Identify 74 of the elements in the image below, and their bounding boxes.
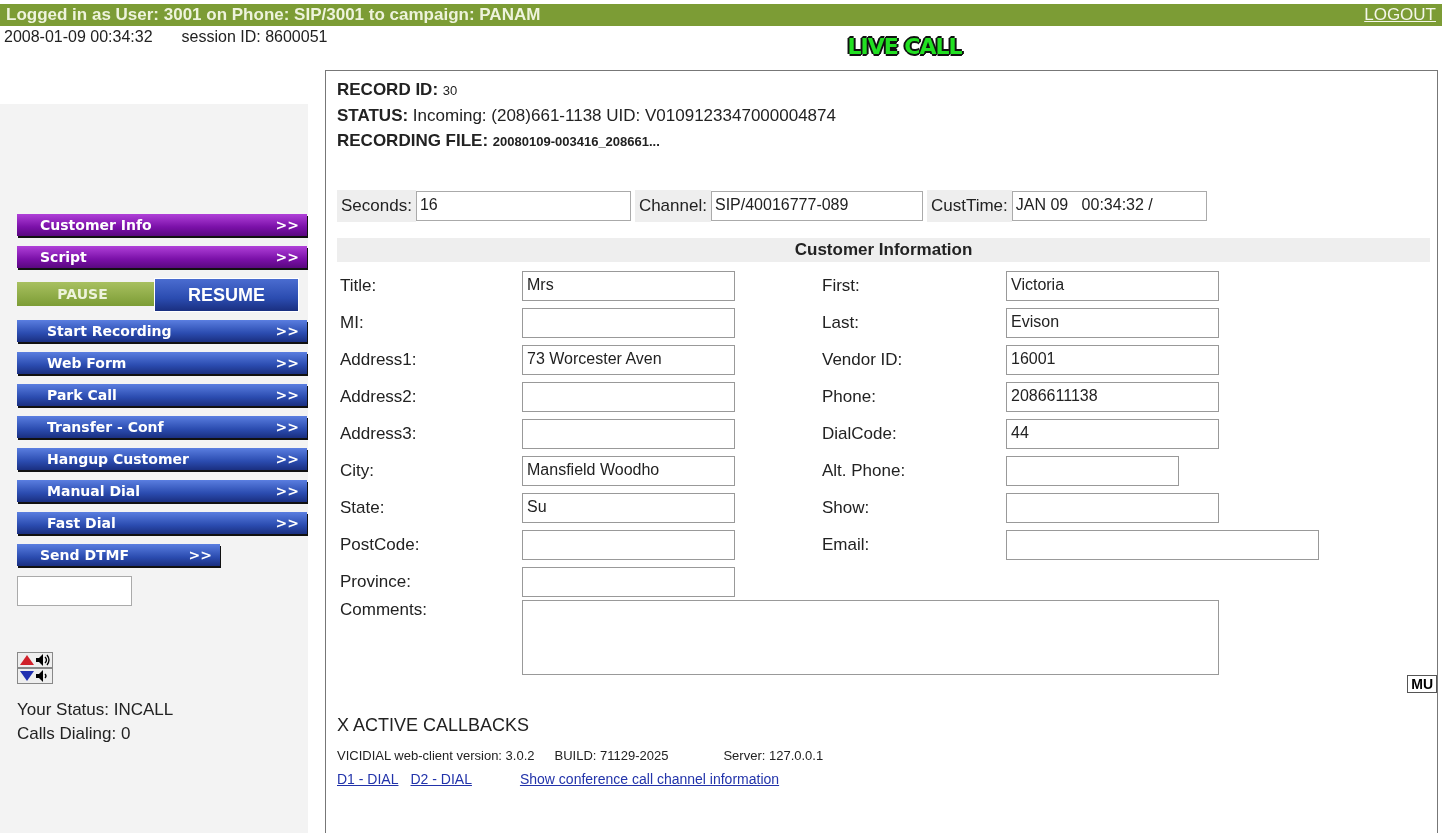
input-field[interactable]: 73 Worcester Aven	[522, 344, 735, 375]
field-label: Show:	[821, 497, 871, 518]
login-info: Logged in as User: 3001 on Phone: SIP/3001 to campaign: PANAM	[6, 5, 541, 25]
input-field[interactable]	[522, 566, 735, 597]
field-label: Phone:	[821, 386, 877, 407]
input-field[interactable]: Evison	[1006, 307, 1219, 338]
sidebar-button[interactable]: Script >>	[17, 246, 307, 268]
field-label: DialCode:	[821, 423, 898, 444]
field-label: Alt. Phone:	[821, 460, 907, 481]
live-call-label: LIVE CALL	[847, 36, 962, 58]
field-label: Title:	[339, 275, 378, 296]
server-info: Server: 127.0.0.1	[723, 748, 824, 763]
field-label: Channel:	[634, 190, 711, 222]
input-field[interactable]: SIP/40016777-089	[710, 191, 923, 221]
input-field[interactable]	[522, 529, 735, 560]
field-label: Seconds:	[337, 190, 416, 222]
input-field[interactable]	[522, 418, 735, 449]
volume-up-icon[interactable]	[17, 652, 53, 668]
field-label: City:	[339, 460, 375, 481]
input-field[interactable]	[522, 381, 735, 412]
input-field[interactable]	[522, 307, 735, 338]
sidebar-button[interactable]: Send DTMF >>	[17, 544, 220, 566]
calls-dialing: Calls Dialing: 0	[17, 724, 132, 744]
input-field[interactable]: 44	[1006, 418, 1219, 449]
dtmf-input-field[interactable]	[17, 576, 132, 606]
callbacks-count: X ACTIVE CALLBACKS	[337, 715, 531, 736]
section-heading: Customer Information	[337, 238, 1430, 262]
dial-link[interactable]: D1 - DIAL	[337, 771, 399, 787]
input-field[interactable]: Mansfield Woodho	[522, 455, 735, 486]
field-label: CustTime:	[926, 190, 1012, 222]
input-field[interactable]: 16001	[1006, 344, 1219, 375]
agent-status: Your Status: INCALL	[17, 700, 175, 720]
field-label: Address2:	[339, 386, 418, 407]
sidebar-button[interactable]: Start Recording >>	[17, 320, 307, 342]
input-field[interactable]	[1006, 529, 1319, 560]
field-label: MI:	[339, 312, 365, 333]
sidebar-button[interactable]: Hangup Customer >>	[17, 448, 307, 470]
field-label: Address1:	[339, 349, 418, 370]
resume-button[interactable]: RESUME	[154, 278, 299, 312]
input-field[interactable]	[1006, 455, 1179, 486]
input-field[interactable]	[1006, 492, 1219, 523]
field-label: Address3:	[339, 423, 418, 444]
volume-down-icon[interactable]	[17, 668, 53, 684]
sidebar-button[interactable]: Fast Dial >>	[17, 512, 307, 534]
field-label: First:	[821, 275, 861, 296]
build-info: BUILD: 71129-2025	[554, 748, 669, 763]
sidebar-button[interactable]: Web Form >>	[17, 352, 307, 374]
field-label: Email:	[821, 534, 871, 555]
call-status: STATUS: Incoming: (208)661-1138 UID: V0109123347000004874	[337, 105, 837, 127]
sidebar-button[interactable]: Transfer - Conf >>	[17, 416, 307, 438]
dial-link[interactable]: Show conference call channel information	[519, 771, 780, 787]
field-label: Vendor ID:	[821, 349, 904, 370]
session-id: session ID: 8600051	[181, 27, 328, 47]
input-field[interactable]: Mrs	[522, 270, 735, 301]
comments-field[interactable]	[522, 600, 1219, 675]
field-label: State:	[339, 497, 386, 518]
recording-file: RECORDING FILE: 20080109-003416_208661...	[337, 130, 661, 152]
input-field[interactable]: 2086611138	[1006, 381, 1219, 412]
client-version: VICIDIAL web-client version: 3.0.2	[337, 748, 535, 763]
dial-link[interactable]: D2 - DIAL	[410, 771, 472, 787]
field-label: Province:	[339, 571, 412, 592]
date-time: 2008-01-09 00:34:32	[4, 27, 153, 47]
sidebar-button[interactable]: Manual Dial >>	[17, 480, 307, 502]
field-label: Last:	[821, 312, 860, 333]
input-field[interactable]: 16	[415, 191, 631, 221]
sidebar-button[interactable]: Park Call >>	[17, 384, 307, 406]
field-label: Comments:	[339, 600, 428, 620]
input-field[interactable]: Su	[522, 492, 735, 523]
field-label: PostCode:	[339, 534, 421, 555]
record-id: RECORD ID: 30	[337, 79, 459, 101]
mute-button[interactable]: MU	[1407, 675, 1437, 693]
input-field[interactable]: JAN 09 00:34:32 /	[1011, 191, 1207, 221]
input-field[interactable]: Victoria	[1006, 270, 1219, 301]
sidebar-button[interactable]: Customer Info >>	[17, 214, 307, 236]
